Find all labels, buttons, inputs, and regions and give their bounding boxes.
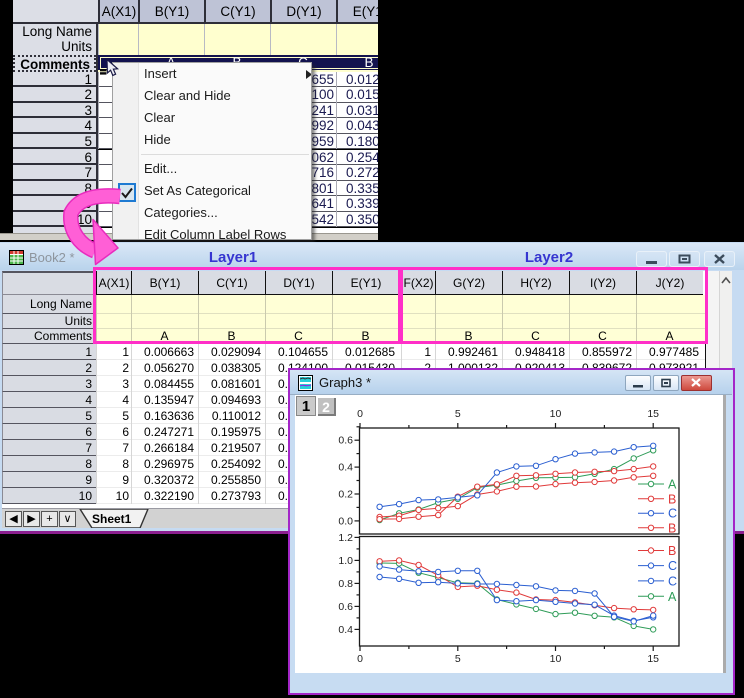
svg-text:0.8: 0.8 [338, 578, 353, 590]
svg-text:0.6: 0.6 [338, 601, 353, 613]
svg-text:0.4: 0.4 [338, 624, 353, 636]
svg-text:A: A [668, 478, 677, 492]
svg-text:0.6: 0.6 [338, 435, 353, 447]
svg-text:0.4: 0.4 [338, 462, 353, 474]
svg-text:0.2: 0.2 [338, 489, 353, 501]
svg-text:5: 5 [455, 408, 461, 420]
svg-text:1.2: 1.2 [338, 532, 353, 544]
svg-text:B: B [668, 521, 676, 535]
svg-text:B: B [668, 492, 676, 506]
svg-text:1.0: 1.0 [338, 555, 353, 567]
svg-text:0.0: 0.0 [338, 515, 353, 527]
svg-text:B: B [668, 544, 676, 558]
svg-text:10: 10 [550, 408, 562, 420]
svg-text:15: 15 [647, 408, 659, 420]
svg-text:10: 10 [550, 653, 562, 665]
svg-text:0: 0 [357, 653, 363, 665]
svg-text:15: 15 [647, 653, 659, 665]
svg-text:C: C [668, 574, 677, 588]
svg-text:C: C [668, 559, 677, 573]
svg-text:A: A [668, 590, 677, 604]
svg-text:0: 0 [357, 408, 363, 420]
svg-text:C: C [668, 507, 677, 521]
svg-text:5: 5 [455, 653, 461, 665]
